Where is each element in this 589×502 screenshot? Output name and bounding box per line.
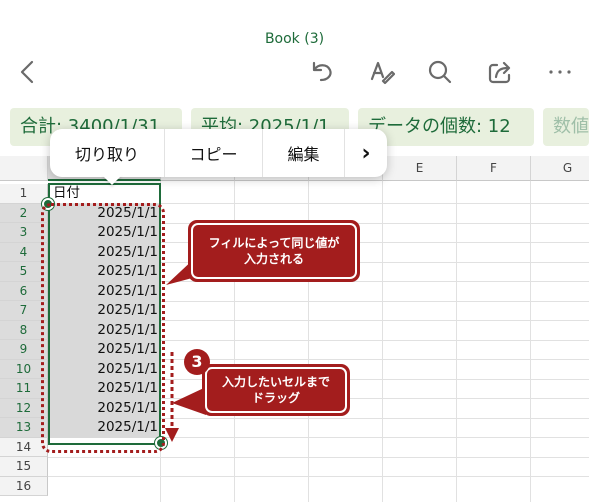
- copy-menu-item[interactable]: コピー: [165, 129, 263, 177]
- gridline: [530, 181, 531, 502]
- cell-a9[interactable]: 2025/1/1: [49, 340, 160, 360]
- spreadsheet-grid[interactable]: A B C D E F G 1 2 3 4 5 6 7 8 9 10 11 12…: [0, 156, 589, 502]
- callout-fill: フィルによって同じ値が 入力される: [188, 220, 360, 282]
- row-header[interactable]: 12: [0, 398, 48, 418]
- back-chevron-icon[interactable]: [12, 56, 44, 88]
- column-header-e[interactable]: E: [383, 156, 457, 181]
- row-header[interactable]: 2: [0, 203, 48, 223]
- row-header[interactable]: 9: [0, 340, 48, 360]
- gridline: [48, 476, 589, 477]
- row-header[interactable]: 11: [0, 379, 48, 399]
- cell-a13[interactable]: 2025/1/1: [49, 418, 160, 438]
- row-header[interactable]: 7: [0, 301, 48, 321]
- row-header[interactable]: 16: [0, 476, 48, 496]
- format-text-pen-icon[interactable]: [366, 56, 398, 88]
- menu-more-arrow-icon[interactable]: ›: [345, 129, 387, 177]
- share-icon[interactable]: [484, 56, 516, 88]
- gridline: [160, 181, 161, 502]
- gridline: [48, 456, 589, 458]
- cell-a12[interactable]: 2025/1/1: [49, 398, 160, 418]
- row-header[interactable]: 6: [0, 281, 48, 301]
- gridline: [382, 181, 383, 502]
- column-header-f[interactable]: F: [457, 156, 531, 181]
- cell-a5[interactable]: 2025/1/1: [49, 262, 160, 282]
- document-title: Book (3): [264, 31, 325, 47]
- cut-menu-item[interactable]: 切り取り: [50, 129, 165, 177]
- step-number-badge: 3: [184, 349, 210, 375]
- column-header-g[interactable]: G: [531, 156, 589, 181]
- cell-a10[interactable]: 2025/1/1: [49, 359, 160, 379]
- edit-menu-item[interactable]: 編集: [263, 129, 345, 177]
- cell-a2[interactable]: 2025/1/1: [49, 203, 160, 223]
- context-menu: 切り取り コピー 編集 ›: [50, 129, 387, 177]
- cell-a7[interactable]: 2025/1/1: [49, 301, 160, 321]
- search-icon[interactable]: [424, 56, 456, 88]
- row-header[interactable]: 15: [0, 457, 48, 477]
- row-header[interactable]: 10: [0, 359, 48, 379]
- row-header[interactable]: 1: [0, 184, 48, 204]
- cell-a6[interactable]: 2025/1/1: [49, 281, 160, 301]
- context-menu-pointer: [102, 175, 122, 185]
- row-header[interactable]: 5: [0, 262, 48, 282]
- cell-a1[interactable]: 日付: [49, 184, 160, 204]
- select-all-corner[interactable]: [0, 156, 48, 181]
- cell-a8[interactable]: 2025/1/1: [49, 320, 160, 340]
- cell-a4[interactable]: 2025/1/1: [49, 242, 160, 262]
- selection-start-handle[interactable]: [42, 198, 54, 210]
- row-header[interactable]: 8: [0, 320, 48, 340]
- more-icon[interactable]: [544, 56, 576, 88]
- row-header[interactable]: 4: [0, 242, 48, 262]
- status-numeric-count-chip[interactable]: 数値: [543, 108, 589, 146]
- gridline: [456, 181, 457, 502]
- row-header[interactable]: 14: [0, 437, 48, 457]
- cell-a3[interactable]: 2025/1/1: [49, 223, 160, 243]
- row-header[interactable]: 13: [0, 418, 48, 438]
- row-header[interactable]: 3: [0, 223, 48, 243]
- cell-a11[interactable]: 2025/1/1: [49, 379, 160, 399]
- callout-drag-text: 入力したいセルまで ドラッグ: [205, 367, 347, 413]
- callout-fill-text: フィルによって同じ値が 入力される: [191, 223, 357, 279]
- undo-icon[interactable]: [306, 56, 338, 88]
- callout-drag: 入力したいセルまで ドラッグ: [202, 364, 350, 416]
